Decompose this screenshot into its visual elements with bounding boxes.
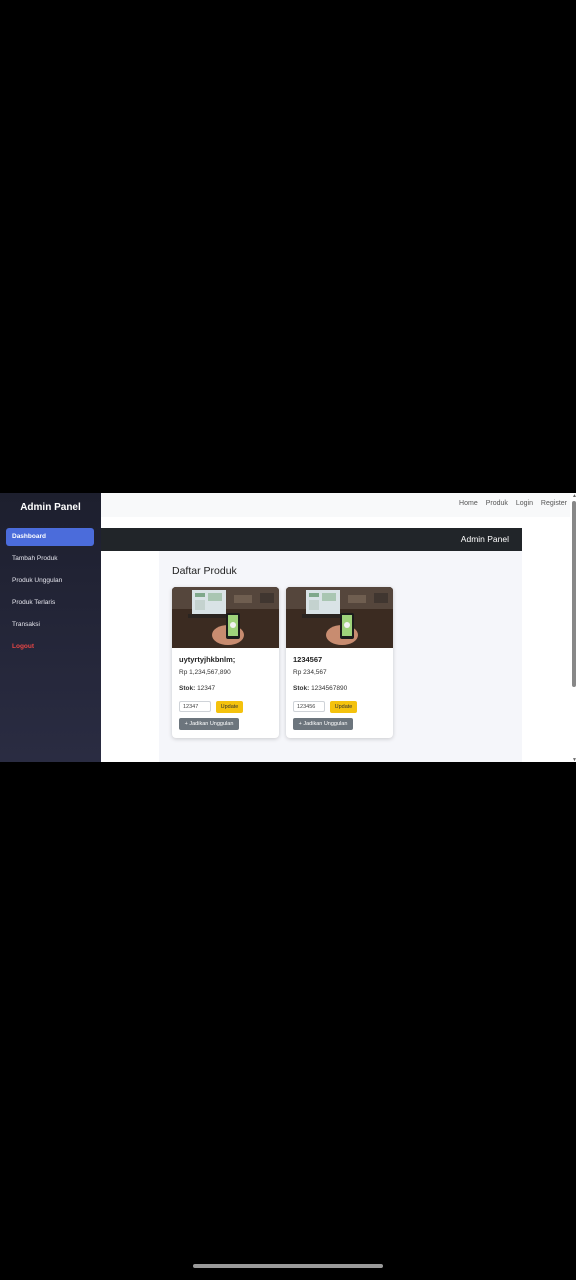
vertical-scrollbar-thumb[interactable] (572, 501, 576, 687)
product-stock: Stok: 1234567890 (293, 685, 347, 692)
stock-input[interactable]: 12347 (179, 701, 211, 712)
update-button[interactable]: Update (216, 701, 243, 713)
product-name: 1234567 (293, 655, 323, 664)
product-image (172, 587, 279, 648)
product-card: uytyrtyjhkbnlm; Rp 1,234,567,890 Stok: 1… (172, 587, 279, 738)
stock-label: Stok: (179, 685, 196, 692)
sidebar-title: Admin Panel (20, 502, 81, 513)
nav-link-register[interactable]: Register (541, 500, 567, 507)
product-stock: Stok: 12347 (179, 685, 215, 692)
home-indicator[interactable] (193, 1264, 383, 1268)
stock-value: 1234567890 (311, 685, 348, 692)
nav-links: Home Produk Login Register (453, 500, 567, 507)
sidebar: Admin Panel Dashboard Tambah Produk Prod… (0, 493, 101, 762)
nav-link-login[interactable]: Login (516, 500, 533, 507)
sidebar-item-transaksi[interactable]: Transaksi (6, 616, 94, 634)
sidebar-item-dashboard[interactable]: Dashboard (6, 528, 94, 546)
stock-label: Stok: (293, 685, 310, 692)
product-photo-illustration (172, 587, 279, 648)
jadikan-unggulan-button[interactable]: + Jadikan Unggulan (179, 718, 239, 730)
stock-value: 12347 (197, 685, 216, 692)
sidebar-item-produk-unggulan[interactable]: Produk Unggulan (6, 572, 94, 590)
nav-link-home[interactable]: Home (459, 500, 478, 507)
scroll-down-arrow-icon[interactable]: ▼ (572, 757, 576, 762)
product-image (286, 587, 393, 648)
jadikan-unggulan-button[interactable]: + Jadikan Unggulan (293, 718, 353, 730)
product-price: Rp 1,234,567,890 (179, 669, 231, 676)
nav-link-produk[interactable]: Produk (486, 500, 508, 507)
browser-viewport: Admin Panel Dashboard Tambah Produk Prod… (0, 493, 576, 762)
product-price: Rp 234,567 (293, 669, 327, 676)
scroll-up-arrow-icon[interactable]: ▲ (572, 493, 576, 499)
sidebar-item-produk-terlaris[interactable]: Produk Terlaris (6, 594, 94, 612)
top-navbar: Home Produk Login Register (101, 493, 570, 517)
stock-input[interactable]: 123456 (293, 701, 325, 712)
main-content: Daftar Produk uytyrtyjhkbnlm; Rp 1,234,5… (159, 551, 522, 762)
update-button[interactable]: Update (330, 701, 357, 713)
product-photo-illustration (286, 587, 393, 648)
sidebar-item-tambah-produk[interactable]: Tambah Produk (6, 550, 94, 568)
product-name: uytyrtyjhkbnlm; (179, 655, 236, 664)
sidebar-item-logout[interactable]: Logout (6, 638, 94, 656)
admin-header-bar: Admin Panel (101, 528, 522, 551)
admin-header-title: Admin Panel (460, 534, 509, 544)
product-card: 1234567 Rp 234,567 Stok: 1234567890 1234… (286, 587, 393, 738)
page-title: Daftar Produk (172, 565, 237, 577)
